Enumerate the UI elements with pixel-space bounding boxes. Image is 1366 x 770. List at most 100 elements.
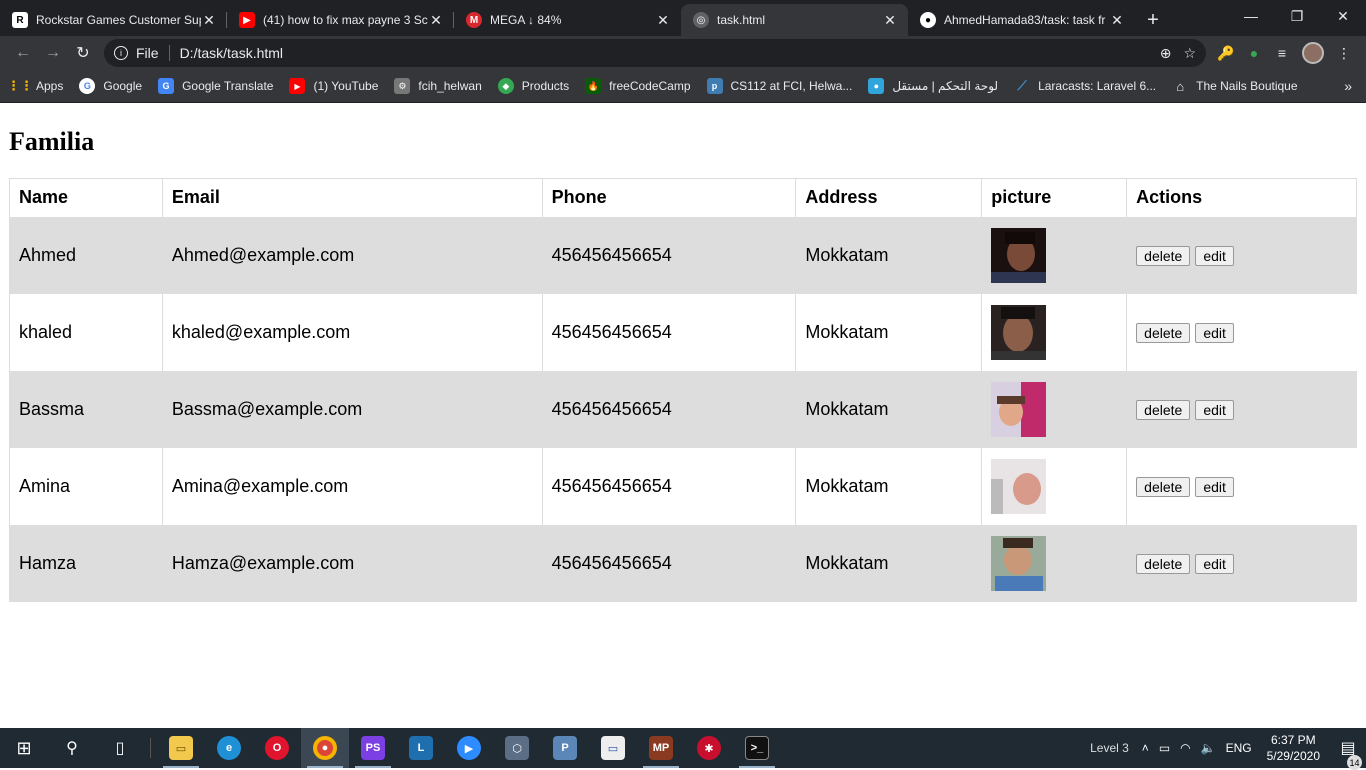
bookmark-freecodecamp[interactable]: 🔥 freeCodeCamp <box>585 78 691 94</box>
extension-key-icon[interactable]: 🔑 <box>1212 39 1240 67</box>
page-title: Familia <box>9 127 95 156</box>
bookmark-google[interactable]: G Google <box>79 78 142 94</box>
column-header: Phone <box>541 178 797 217</box>
mega-icon: M <box>466 12 482 28</box>
avatar[interactable] <box>1302 42 1324 64</box>
back-icon[interactable]: ← <box>8 38 38 68</box>
chrome-icon[interactable]: ● <box>301 728 349 768</box>
browser-toolbar: ← → ↻ i File D:/task/task.html ⊕ ☆ 🔑 ● ≡… <box>0 36 1366 70</box>
windows-start-icon[interactable]: ⊞ <box>0 728 48 768</box>
bookmark-star-icon[interactable]: ☆ <box>1183 45 1196 62</box>
table-row: Ahmed Ahmed@example.com 456456456654 Mok… <box>9 216 1357 294</box>
close-icon[interactable]: ✕ <box>655 12 671 29</box>
page-content: Familia Name Email Phone Address picture… <box>0 103 1366 728</box>
search-icon[interactable]: ⚲ <box>48 728 96 768</box>
delete-button[interactable]: delete <box>1136 322 1191 343</box>
bookmark-google-translate[interactable]: G Google Translate <box>158 78 273 94</box>
delete-button[interactable]: delete <box>1136 476 1191 497</box>
language-indicator[interactable]: ENG <box>1221 741 1257 755</box>
tab-task-html[interactable]: ◎ task.html ✕ <box>681 4 908 36</box>
delete-button[interactable]: delete <box>1136 245 1191 266</box>
tab-title: task.html <box>717 13 766 27</box>
phpstorm-icon[interactable]: PS <box>349 728 397 768</box>
file-explorer-icon[interactable]: ▭ <box>157 728 205 768</box>
battery-icon[interactable]: ▭ <box>1154 741 1175 755</box>
clock[interactable]: 6:37 PM 5/29/2020 <box>1257 732 1330 764</box>
reload-icon[interactable]: ↻ <box>68 38 98 68</box>
wifi-icon[interactable]: ◠ <box>1175 741 1195 755</box>
notification-center-icon[interactable]: ▤ 14 <box>1330 738 1366 770</box>
actions-cell: delete edit <box>1126 370 1357 448</box>
address-bar[interactable]: i File D:/task/task.html ⊕ ☆ <box>104 39 1206 67</box>
close-icon[interactable]: ✕ <box>882 12 898 29</box>
volume-icon[interactable]: 🔈 <box>1196 741 1221 755</box>
delete-button[interactable]: delete <box>1136 399 1191 420</box>
address-cell: Mokkatam <box>795 524 982 602</box>
info-icon[interactable]: i <box>114 46 128 60</box>
delete-button[interactable]: delete <box>1136 553 1191 574</box>
close-icon[interactable]: ✕ <box>201 12 217 29</box>
bookmark-cs112[interactable]: p CS112 at FCI, Helwa... <box>706 78 852 94</box>
bookmark-youtube[interactable]: ▶ (1) YouTube <box>289 78 378 94</box>
minimize-icon[interactable]: — <box>1228 0 1274 32</box>
new-tab-button[interactable]: + <box>1135 4 1171 36</box>
profile-photo <box>991 227 1047 283</box>
address-url[interactable]: D:/task/task.html <box>180 45 1148 61</box>
opera-icon[interactable]: O <box>253 728 301 768</box>
zoom-app-icon[interactable]: ▶ <box>445 728 493 768</box>
tab-github[interactable]: ● AhmedHamada83/task: task fr ✕ <box>908 4 1135 36</box>
phone-cell: 456456456654 <box>541 293 796 371</box>
max-payne-icon[interactable]: MP <box>637 728 685 768</box>
email-cell: Amina@example.com <box>161 447 543 525</box>
laracasts-icon: ⟋ <box>1017 78 1027 93</box>
tab-rockstar[interactable]: R Rockstar Games Customer Sup ✕ <box>0 4 227 36</box>
edit-button[interactable]: edit <box>1195 399 1234 420</box>
bookmark-mostaql[interactable]: ● لوحة التحكم | مستقل <box>868 78 998 94</box>
bookmark-nails-boutique[interactable]: ⌂ The Nails Boutique <box>1172 78 1297 94</box>
edit-button[interactable]: edit <box>1195 476 1234 497</box>
clock-time: 6:37 PM <box>1270 733 1316 747</box>
level-toolbar-label[interactable]: Level 3 <box>1082 741 1137 755</box>
profile-photo <box>991 381 1047 437</box>
close-window-icon[interactable]: ✕ <box>1320 0 1366 32</box>
terminal-icon[interactable]: >_ <box>733 728 781 768</box>
chevron-up-icon[interactable]: ˄ <box>1137 741 1154 755</box>
house-icon: ⌂ <box>1176 78 1185 94</box>
address-cell: Mokkatam <box>795 216 982 294</box>
settings-hex-icon[interactable]: ⬡ <box>493 728 541 768</box>
edge-icon[interactable]: e <box>205 728 253 768</box>
products-icon: ◆ <box>497 78 514 94</box>
edit-button[interactable]: edit <box>1195 553 1234 574</box>
address-cell: Mokkatam <box>795 447 982 525</box>
edit-button[interactable]: edit <box>1195 245 1234 266</box>
rockstar-launcher-icon[interactable]: ✱ <box>685 728 733 768</box>
close-icon[interactable]: ✕ <box>1109 12 1125 29</box>
close-icon[interactable]: ✕ <box>428 12 444 29</box>
menu-icon[interactable]: ⋮ <box>1330 39 1358 67</box>
bookmark-apps[interactable]: ⋮⋮ Apps <box>7 78 63 94</box>
media-control-icon[interactable]: ≡ <box>1268 39 1296 67</box>
picture-cell <box>981 293 1127 371</box>
edit-button[interactable]: edit <box>1195 322 1234 343</box>
task-view-icon[interactable]: ▯ <box>96 728 144 768</box>
tab-youtube[interactable]: ▶ (41) how to fix max payne 3 Sc ✕ <box>227 4 454 36</box>
column-header: Email <box>161 178 543 217</box>
tab-title: (41) how to fix max payne 3 Sc <box>263 13 428 27</box>
extension-globe-icon[interactable]: ● <box>1240 39 1268 67</box>
tab-title: AhmedHamada83/task: task fr <box>944 13 1106 27</box>
lightworks-icon[interactable]: L <box>397 728 445 768</box>
pubg-icon[interactable]: P <box>541 728 589 768</box>
tab-mega[interactable]: M MEGA ↓ 84% ✕ <box>454 4 681 36</box>
address-cell: Mokkatam <box>795 293 982 371</box>
chevron-more-icon[interactable]: » <box>1344 78 1352 94</box>
bookmark-laracasts[interactable]: ⟋ Laracasts: Laravel 6... <box>1014 78 1157 94</box>
bookmark-fcih-helwan[interactable]: ⚙ fcih_helwan <box>394 78 482 94</box>
address-cell: Mokkatam <box>795 370 982 448</box>
window-app-icon[interactable]: ▭ <box>589 728 637 768</box>
picture-cell <box>981 370 1127 448</box>
system-tray: Level 3 ˄ ▭ ◠ 🔈 ENG 6:37 PM 5/29/2020 ▤ … <box>1082 728 1366 770</box>
forward-icon[interactable]: → <box>38 38 68 68</box>
zoom-icon[interactable]: ⊕ <box>1160 45 1172 62</box>
restore-icon[interactable]: ❐ <box>1274 0 1320 32</box>
bookmark-products[interactable]: ◆ Products <box>497 78 569 94</box>
